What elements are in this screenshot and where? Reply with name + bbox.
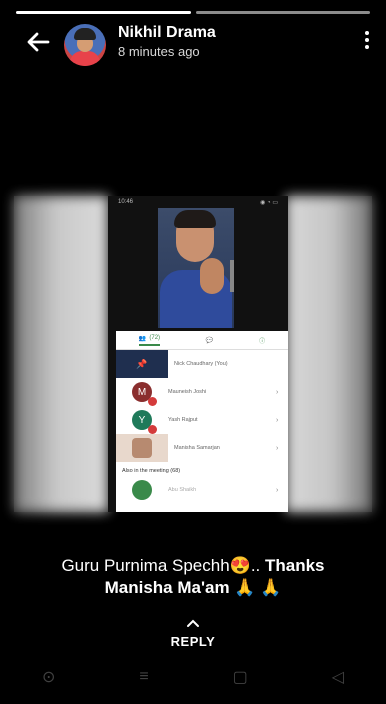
people-icon: 👥 xyxy=(138,335,147,342)
more-options-icon[interactable] xyxy=(362,28,372,52)
reply-button[interactable]: REPLY xyxy=(0,616,386,649)
home-icon[interactable]: ▢ xyxy=(233,667,248,687)
story-media[interactable]: 10:46 ◉ ◔ ▭ 👥 (72) 💬 ⓘ 📌 Nick Chaudhary … xyxy=(14,196,372,512)
info-icon: ⓘ xyxy=(259,338,266,345)
progress-segment-1 xyxy=(16,11,191,14)
chevron-up-icon xyxy=(187,619,199,627)
pin-icon: 📌 xyxy=(136,358,148,369)
reply-label: REPLY xyxy=(170,634,216,649)
participant-row: 📌 Nick Chaudhary (You) xyxy=(116,350,288,378)
participants-panel: 👥 (72) 💬 ⓘ 📌 Nick Chaudhary (You) M Maun… xyxy=(116,331,288,512)
author-avatar[interactable] xyxy=(64,24,106,66)
screen-record-icon[interactable]: ⊙ xyxy=(42,667,55,687)
participant-video xyxy=(158,208,234,328)
story-caption: Guru Purnima Spechh😍.. Thanks Manisha Ma… xyxy=(0,555,386,599)
panel-tabs: 👥 (72) 💬 ⓘ xyxy=(116,331,288,350)
participant-row: Manisha Samarjan › xyxy=(116,434,288,462)
chevron-right-icon: › xyxy=(276,388,279,396)
participant-name: Yash Rajput xyxy=(168,417,198,423)
participant-name: Nick Chaudhary (You) xyxy=(174,361,228,367)
back-arrow-icon[interactable] xyxy=(24,28,52,56)
tab-participants: 👥 (72) xyxy=(138,335,161,346)
status-time: 10:46 xyxy=(118,199,134,205)
back-icon[interactable]: ◁ xyxy=(332,667,344,687)
participant-name: Mauneish Joshi xyxy=(168,389,207,395)
story-header: Nikhil Drama 8 minutes ago xyxy=(0,22,386,66)
chat-icon: 💬 xyxy=(205,337,214,344)
tab-info: ⓘ xyxy=(259,336,265,345)
participant-row: Abu Shaikh › xyxy=(116,476,288,504)
meeting-screenshot: 10:46 ◉ ◔ ▭ 👥 (72) 💬 ⓘ 📌 Nick Chaudhary … xyxy=(108,196,288,512)
progress-segment-2 xyxy=(195,11,370,14)
caption-bold-name: Manisha Ma'am xyxy=(104,578,230,597)
status-icons: ◉ ◔ ▭ xyxy=(260,200,278,206)
participant-avatar xyxy=(132,480,152,500)
also-in-meeting-heading: Also in the meeting (68) xyxy=(122,468,181,474)
caption-emoji: 🙏 🙏 xyxy=(234,578,282,597)
blurred-background-left xyxy=(14,196,108,512)
system-navigation-bar: ⊙ ≡ ▢ ◁ xyxy=(0,660,386,694)
chevron-right-icon: › xyxy=(276,486,279,494)
participant-name: Abu Shaikh xyxy=(168,487,197,493)
posted-time: 8 minutes ago xyxy=(118,44,200,59)
blurred-background-right xyxy=(286,196,372,512)
participant-avatar xyxy=(132,438,152,458)
participant-avatar: Y xyxy=(132,410,157,434)
story-progress xyxy=(16,11,370,14)
caption-bold-thanks: Thanks xyxy=(265,556,325,575)
participant-name: Manisha Samarjan xyxy=(174,445,220,451)
participant-row: Y Yash Rajput › xyxy=(116,406,288,434)
chevron-right-icon: › xyxy=(276,416,279,424)
menu-icon[interactable]: ≡ xyxy=(139,668,148,686)
tab-chat: 💬 xyxy=(206,337,213,344)
caption-text: Guru Purnima Spechh😍.. xyxy=(61,556,265,575)
chevron-right-icon: › xyxy=(276,444,279,452)
participant-row: M Mauneish Joshi › xyxy=(116,378,288,406)
participant-avatar: M xyxy=(132,382,157,406)
author-name[interactable]: Nikhil Drama xyxy=(118,24,216,42)
participants-count: (72) xyxy=(149,335,161,341)
